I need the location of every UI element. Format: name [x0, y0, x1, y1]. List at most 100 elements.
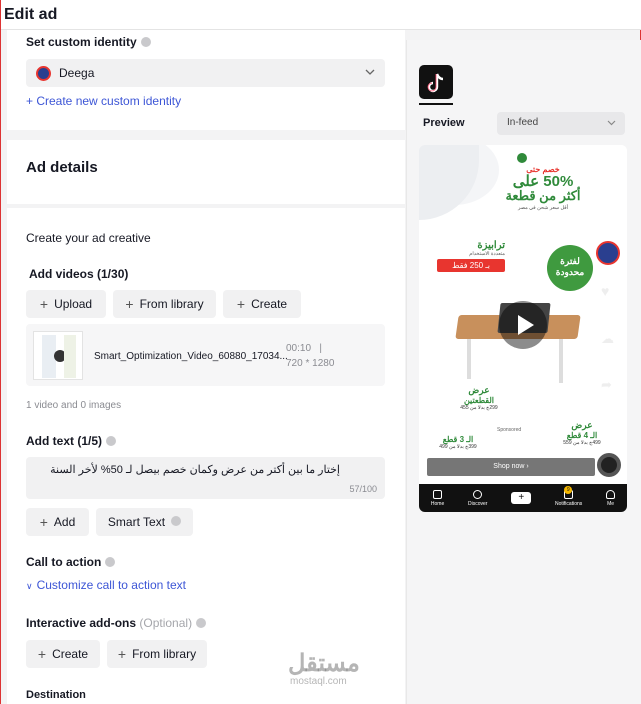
help-icon — [171, 516, 182, 526]
cta-label: Call to action — [26, 555, 116, 569]
watermark-sub: mostaql.com — [290, 676, 347, 687]
upload-label: Upload — [54, 297, 93, 311]
left-panel: Set custom identity Deega + Create new c… — [7, 30, 405, 704]
video-item[interactable]: Smart_Optimization_Video_60880_17034... … — [26, 324, 385, 386]
comment-icon[interactable]: ☁ — [601, 331, 617, 346]
offer-left-title: الـ 3 قطع — [442, 435, 474, 444]
video-duration: 00:10 | — [286, 343, 322, 354]
addons-label-text: Interactive add-ons — [26, 616, 137, 630]
plus-icon: + — [39, 514, 48, 530]
smart-text-label: Smart Text — [107, 515, 166, 529]
top-bar: Edit ad — [1, 0, 641, 30]
addons-library-label: From library — [132, 647, 197, 661]
upload-button[interactable]: + Upload — [26, 290, 106, 318]
plus-icon: + — [117, 646, 127, 662]
create-button[interactable]: + Create — [223, 290, 301, 318]
offer-right-price: 499ج بدلا من 559 — [563, 440, 601, 446]
from-library-label: From library — [139, 297, 204, 311]
duration-value: 00:10 — [286, 343, 312, 354]
help-icon[interactable] — [105, 556, 116, 567]
tab-notifications[interactable]: Notifications 9 — [555, 485, 582, 507]
addons-create-button[interactable]: + Create — [26, 640, 100, 668]
video-thumbnail — [33, 331, 83, 380]
create-label: Create — [251, 297, 288, 311]
limited-line-2: محدودة — [555, 267, 585, 277]
offer-right-title: عرض — [571, 420, 593, 430]
tab-home-label: Home — [430, 500, 445, 507]
addons-create-label: Create — [52, 647, 89, 661]
badge-price: بـ 250 فقط — [437, 259, 505, 272]
tab-create[interactable]: + — [511, 492, 532, 504]
ad-headline: خصم حتى 50% على أكثر من قطعة أقل سعر شحن… — [489, 165, 597, 211]
customize-cta-text: Customize call to action text — [36, 578, 186, 592]
badge-sub: متعددة الاستخدام — [469, 251, 505, 257]
plus-icon: + — [236, 296, 246, 312]
video-count: 1 video and 0 images — [26, 400, 122, 411]
deega-avatar-icon — [596, 241, 620, 265]
headline-sub: أقل سعر شحن في مصر — [517, 205, 569, 211]
tab-me-label: Me — [607, 500, 615, 507]
identity-select[interactable]: Deega — [26, 59, 385, 87]
customize-cta-link[interactable]: ∨ Customize call to action text — [26, 578, 186, 592]
tab-me[interactable]: Me — [606, 489, 616, 507]
deega-logo-icon — [36, 66, 51, 81]
plus-icon: + — [125, 296, 134, 312]
offer-left-price: 399ج بدلا من 499 — [439, 444, 477, 450]
offer-mid-price: 299ج بدلا من 455 — [460, 405, 498, 411]
tab-home[interactable]: Home — [430, 489, 445, 507]
offer-right-sub: الـ 4 قطع — [566, 431, 598, 440]
offer-two-pieces: عرض القطعتين 299ج بدلا من 455 — [449, 385, 509, 411]
music-disc-icon — [597, 453, 621, 477]
badge-title: ترابيزة — [477, 240, 505, 251]
headline-more: أكثر من قطعة — [505, 188, 581, 203]
chevron-down-icon — [607, 120, 616, 126]
addons-library-button[interactable]: + From library — [107, 640, 207, 668]
tab-underline — [419, 103, 453, 105]
help-icon[interactable] — [106, 435, 117, 446]
tab-discover-label: Discover — [468, 500, 488, 507]
like-icon[interactable]: ♥ — [601, 283, 617, 299]
help-icon[interactable] — [140, 36, 151, 47]
bg-blob — [419, 145, 479, 220]
add-label: Add — [53, 515, 76, 529]
page-title: Edit ad — [4, 6, 58, 23]
plus-icon: + — [39, 296, 49, 312]
product-badge: ترابيزة متعددة الاستخدام بـ 250 فقط — [437, 240, 505, 272]
tab-discover[interactable]: Discover — [468, 489, 488, 507]
cta-label-text: Call to action — [26, 555, 102, 569]
profile-icon — [606, 489, 616, 499]
add-text-label: Add text (1/5) — [26, 434, 117, 448]
from-library-button[interactable]: + From library — [113, 290, 216, 318]
watermark-main: مستقل — [288, 650, 360, 677]
creative-card: Create your ad creative Add videos (1/30… — [7, 208, 405, 704]
creative-heading: Create your ad creative — [26, 231, 151, 245]
help-icon[interactable] — [196, 617, 207, 628]
limited-offer-badge: لفترة محدودة — [547, 245, 593, 291]
offer-four-pieces: عرض الـ 4 قطع 499ج بدلا من 559 — [551, 420, 613, 446]
tiktok-tab-bar: Home Discover + Notifications 9 Me — [419, 484, 627, 512]
add-text-label-text: Add text (1/5) — [26, 434, 103, 448]
smart-text-button[interactable]: Smart Text — [96, 508, 193, 536]
sponsored-label: Sponsored — [497, 427, 522, 433]
notification-badge: 9 — [564, 485, 573, 494]
thumbnail-art — [64, 335, 76, 378]
ad-text-input[interactable]: إختار ما بين أكتر من عرض وكمان خصم بيصل … — [26, 457, 385, 499]
discover-icon — [473, 489, 483, 499]
offer-three-pieces: الـ 3 قطع 399ج بدلا من 499 — [427, 435, 489, 450]
play-button-icon[interactable] — [499, 301, 547, 349]
placement-select[interactable]: In-feed — [497, 112, 625, 135]
identity-label: Set custom identity — [26, 35, 151, 49]
phone-preview: خصم حتى 50% على أكثر من قطعة أقل سعر شحن… — [419, 145, 627, 512]
limited-line-1: لفترة — [560, 256, 580, 266]
play-triangle-icon — [518, 315, 534, 335]
ad-details-heading: Ad details — [26, 159, 98, 176]
share-icon[interactable]: ➦ — [601, 377, 617, 392]
ad-creative: خصم حتى 50% على أكثر من قطعة أقل سعر شحن… — [419, 145, 627, 484]
addons-label: Interactive add-ons (Optional) — [26, 616, 207, 630]
add-text-button[interactable]: + Add — [26, 508, 89, 536]
headline-big: 50% على — [512, 173, 574, 190]
create-identity-link[interactable]: + Create new custom identity — [26, 94, 181, 108]
identity-card: Set custom identity Deega + Create new c… — [7, 30, 405, 130]
create-plus-icon: + — [511, 492, 532, 504]
shop-now-button[interactable]: Shop now › — [427, 458, 595, 476]
